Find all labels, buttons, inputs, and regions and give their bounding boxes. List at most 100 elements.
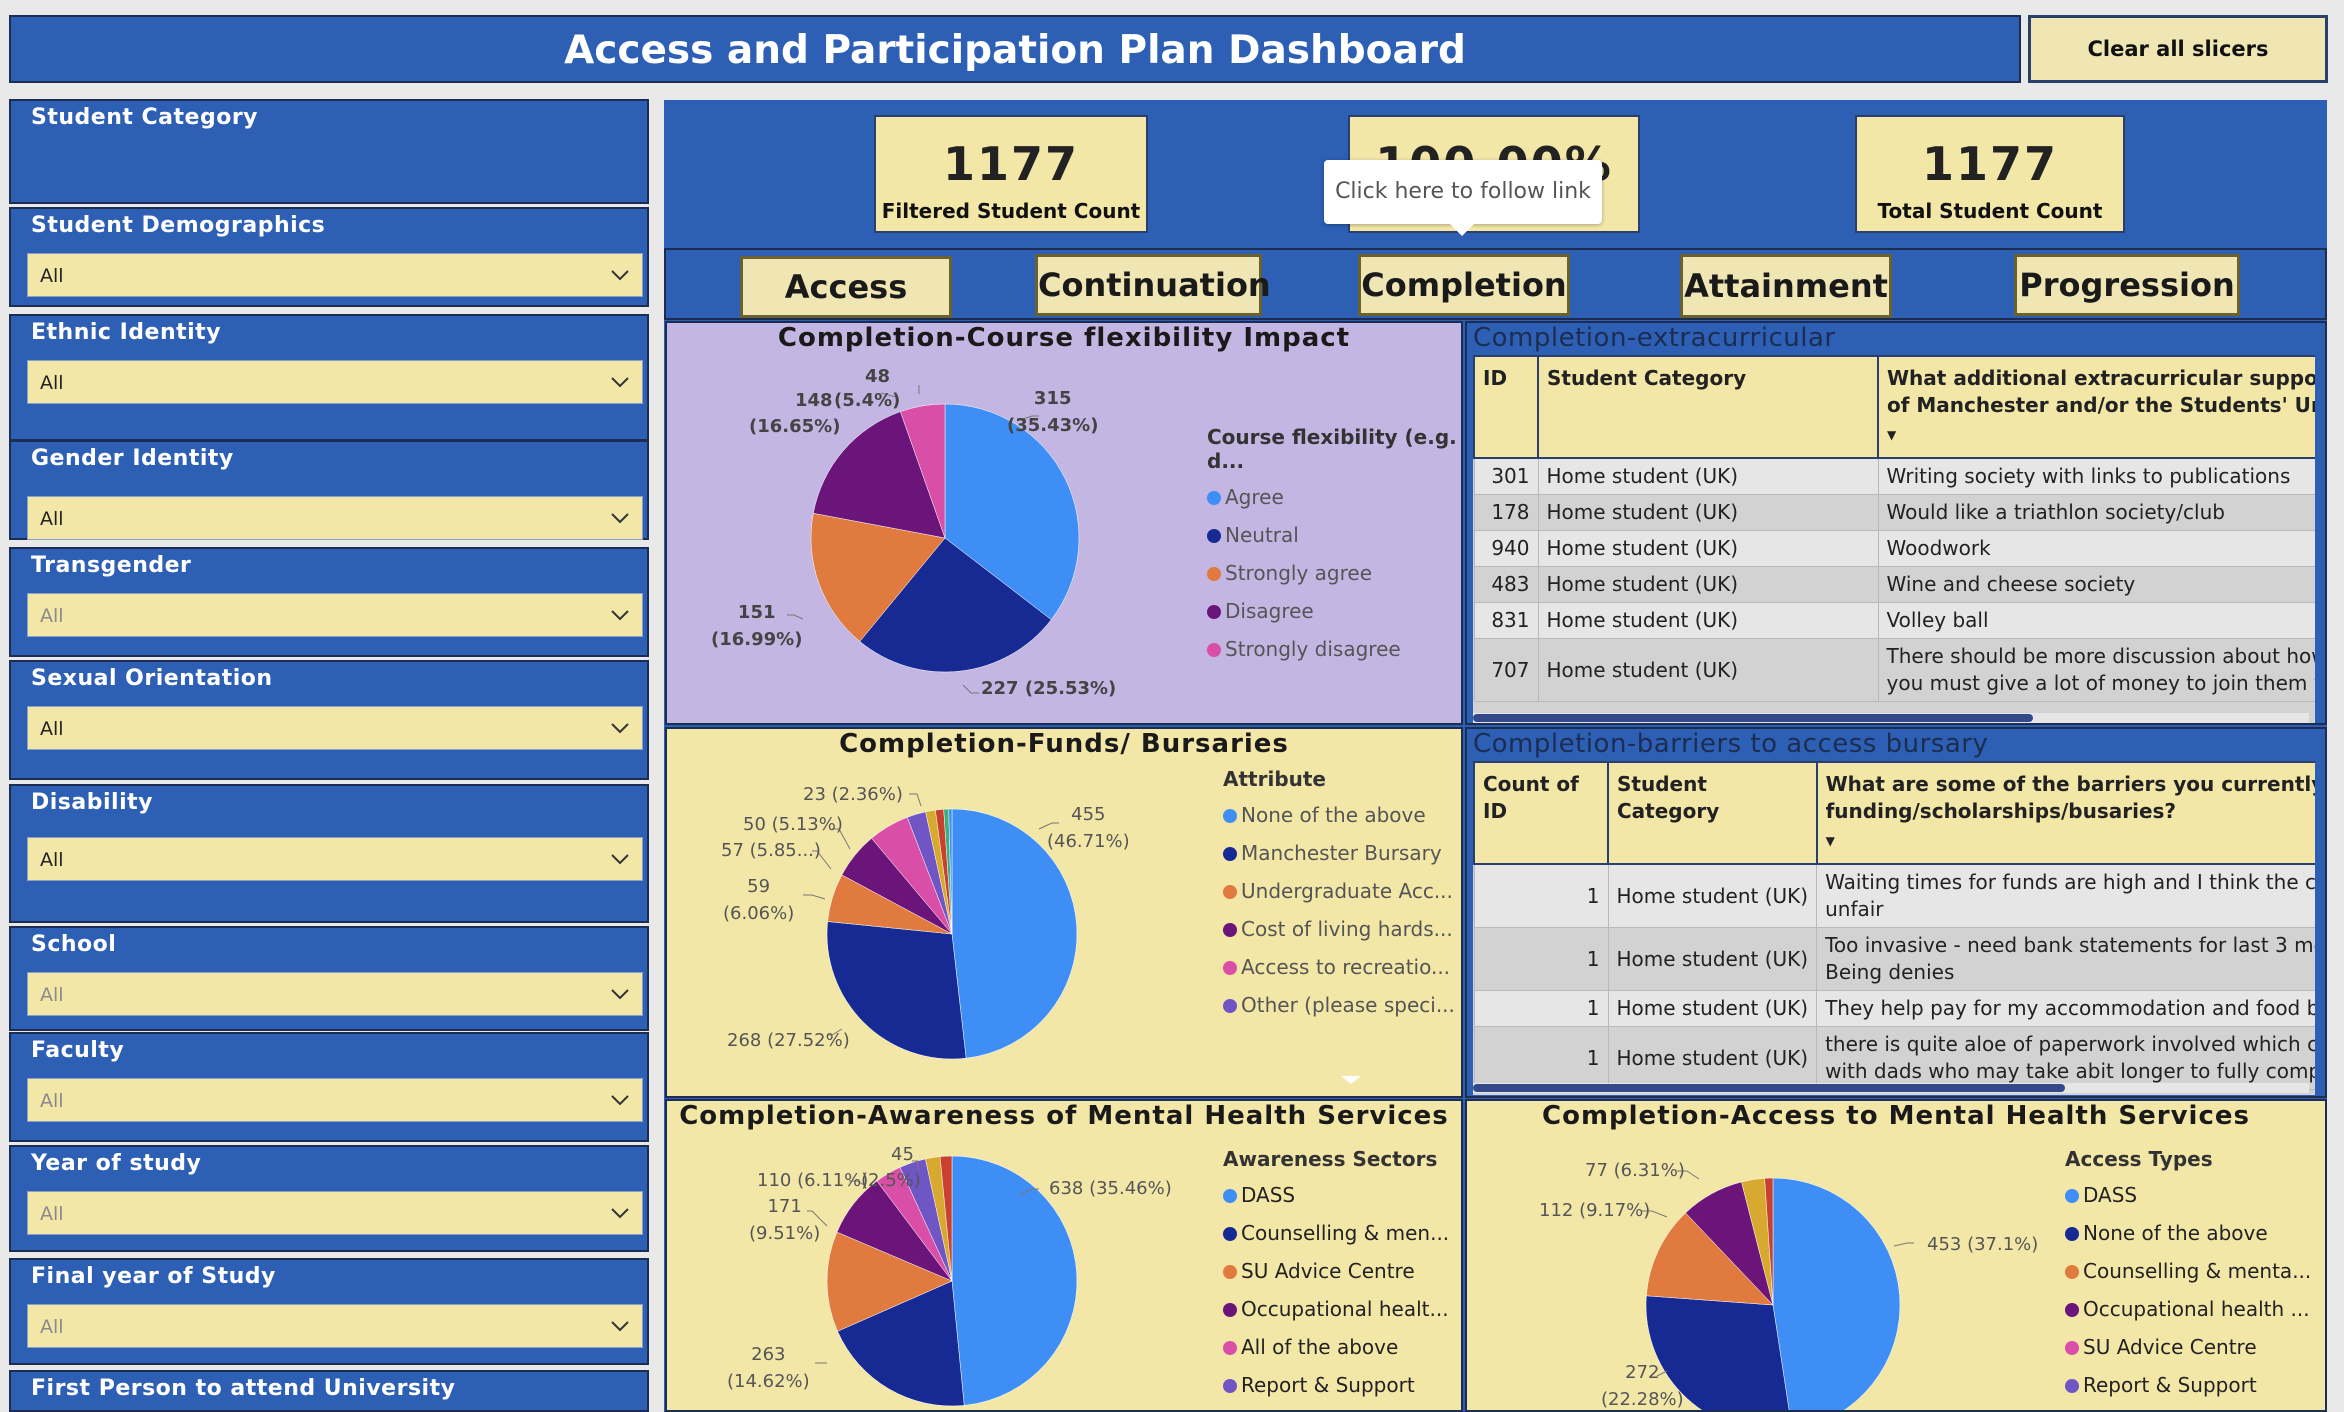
legend-item-strongly-disagree[interactable]: Strongly disagree xyxy=(1207,637,1461,661)
scrollbar-thumb[interactable] xyxy=(1473,714,2033,722)
kpi-value: 1177 xyxy=(942,137,1080,191)
legend-marker xyxy=(1207,567,1221,581)
legend-marker xyxy=(1223,1303,1237,1317)
chart-course-flexibility[interactable]: Completion-Course flexibility Impact 315… xyxy=(665,321,1463,725)
slicer-label: Final year of Study xyxy=(31,1264,276,1289)
table-row[interactable]: 940 Home student (UK) Woodwork xyxy=(1473,530,2315,567)
legend-item-none-of-the-above[interactable]: None of the above xyxy=(2065,1221,2311,1245)
legend-item-occupational[interactable]: Occupational healt... xyxy=(1223,1297,1449,1321)
slicer-dropdown[interactable]: All xyxy=(27,1304,643,1348)
table-row[interactable]: 301 Home student (UK) Writing society with… xyxy=(1473,457,2315,495)
pie-label-other: 23 (2.36%) xyxy=(803,784,903,805)
column-header-student-category[interactable]: Student Category xyxy=(1607,761,1818,865)
pie-label-strongly-agree: 151 (16.99%) xyxy=(711,602,803,650)
table-row[interactable]: 178 Home student (UK) Would like a triathl… xyxy=(1473,494,2315,531)
table-extracurricular[interactable]: Completion-extracurricular ID Student Ca… xyxy=(1465,321,2327,725)
legend-item-cost-of-living[interactable]: Cost of living hards... xyxy=(1223,917,1455,941)
link-tooltip: Click here to follow link xyxy=(1324,160,1602,236)
slicer-dropdown[interactable]: All xyxy=(27,706,643,750)
table-bursary-barriers[interactable]: Completion-barriers to access bursary Co… xyxy=(1465,727,2327,1098)
legend-item-access-recreation[interactable]: Access to recreatio... xyxy=(1223,955,1455,979)
legend-item-disagree[interactable]: Disagree xyxy=(1207,599,1461,623)
slicer-dropdown[interactable]: All xyxy=(27,253,643,297)
column-header-count-of-id[interactable]: Count of ID xyxy=(1473,761,1609,865)
slicer-dropdown[interactable]: All xyxy=(27,360,643,404)
legend-item-undergraduate-acc[interactable]: Undergraduate Acc... xyxy=(1223,879,1455,903)
tab-continuation[interactable]: Continuation xyxy=(1035,254,1271,316)
column-header-id[interactable]: ID xyxy=(1473,355,1539,459)
horizontal-scrollbar[interactable] xyxy=(1473,1083,2309,1093)
legend-item-occupational[interactable]: Occupational health ... xyxy=(2065,1297,2311,1321)
legend-item-neutral[interactable]: Neutral xyxy=(1207,523,1461,547)
legend-item-dass[interactable]: DASS xyxy=(1223,1183,1449,1207)
legend-item-other[interactable]: Other (please speci... xyxy=(1223,993,1455,1017)
table-row[interactable]: 1 Home student (UK) there is quite aloe of… xyxy=(1473,1026,2315,1090)
legend-item-counselling[interactable]: Counselling & menta... xyxy=(2065,1259,2311,1283)
legend-item-agree[interactable]: Agree xyxy=(1207,485,1461,509)
horizontal-scrollbar[interactable] xyxy=(1473,713,2309,723)
pie-label-strongly-disagree: 48 xyxy=(865,366,891,387)
slicer-dropdown[interactable]: All xyxy=(27,972,643,1016)
scrollbar-thumb[interactable] xyxy=(1473,1084,2065,1092)
chevron-down-icon xyxy=(611,989,629,1000)
legend-item-su-advice[interactable]: SU Advice Centre xyxy=(2065,1335,2311,1359)
pie-label-manchester-bursary: 268 (27.52%) xyxy=(727,1030,850,1051)
slicer-dropdown[interactable]: All xyxy=(27,837,643,881)
slicer-label: Gender Identity xyxy=(31,446,234,471)
column-header-barriers[interactable]: What are some of the barriers you curren… xyxy=(1815,761,2315,865)
chart-funds-bursaries[interactable]: Completion-Funds/ Bursaries 455 (46.71%) … xyxy=(665,727,1463,1098)
legend-item-manchester-bursary[interactable]: Manchester Bursary xyxy=(1223,841,1455,865)
pie-slice-dass[interactable] xyxy=(1772,1177,1901,1412)
tab-attainment[interactable]: Attainment xyxy=(1680,254,1892,318)
sort-desc-icon: ▼ xyxy=(1825,834,1835,848)
cell-response: Volley ball xyxy=(1877,602,2315,639)
table-row[interactable]: 707 Home student (UK) There should be more… xyxy=(1473,638,2315,702)
chevron-down-icon xyxy=(611,1095,629,1106)
clear-all-slicers-button[interactable]: Clear all slicers xyxy=(2028,15,2328,83)
legend-item-dass[interactable]: DASS xyxy=(2065,1183,2311,1207)
table-body-viewport[interactable]: Count of ID Student Category What are so… xyxy=(1473,761,2315,1095)
table-body-viewport[interactable]: ID Student Category What additional extr… xyxy=(1473,355,2315,723)
pie-label-dass: 638 (35.46%) xyxy=(1049,1178,1172,1199)
slicer-year-of-study: Year of study All xyxy=(9,1145,649,1252)
legend-item-none-of-the-above[interactable]: None of the above xyxy=(1223,803,1455,827)
dashboard-header: Access and Participation Plan Dashboard xyxy=(9,15,2021,83)
legend-title: Awareness Sectors xyxy=(1223,1147,1438,1171)
table-row[interactable]: 831 Home student (UK) Volley ball xyxy=(1473,602,2315,639)
chart-legend: Course flexibility (e.g. d... Agree Neut… xyxy=(1207,425,1461,675)
table-row[interactable]: 1 Home student (UK) Waiting times for fund… xyxy=(1473,863,2315,928)
legend-item-report-support[interactable]: Report & Support xyxy=(1223,1373,1449,1397)
legend-item-su-advice[interactable]: SU Advice Centre xyxy=(1223,1259,1449,1283)
legend-item-counselling[interactable]: Counselling & men... xyxy=(1223,1221,1449,1245)
slicer-dropdown[interactable]: All xyxy=(27,496,643,540)
slicer-selected-value: All xyxy=(40,984,64,1006)
chevron-down-icon xyxy=(611,377,629,388)
legend-marker xyxy=(1207,643,1221,657)
legend-item-all-of-the-above[interactable]: All of the above xyxy=(1223,1335,1449,1359)
legend-marker xyxy=(2065,1189,2079,1203)
slicer-dropdown[interactable]: All xyxy=(27,1191,643,1235)
chart-access-mental-health[interactable]: Completion-Access to Mental Health Servi… xyxy=(1465,1099,2327,1412)
pie-label-all-of-the-above: 45 xyxy=(891,1144,914,1165)
legend-item-strongly-agree[interactable]: Strongly agree xyxy=(1207,561,1461,585)
chart-awareness-mental-health[interactable]: Completion-Awareness of Mental Health Se… xyxy=(665,1099,1463,1412)
column-header-extracurricular-support[interactable]: What additional extracurricular support … xyxy=(1877,355,2315,459)
legend-title: Attribute xyxy=(1223,767,1326,791)
tab-access[interactable]: Access xyxy=(740,256,952,318)
table-row[interactable]: 1 Home student (UK) Too invasive - need ba… xyxy=(1473,927,2315,991)
slicer-label: Student Demographics xyxy=(31,213,326,238)
slicer-selected-value: All xyxy=(40,372,64,394)
slicer-first-person-to-attend-university: First Person to attend University xyxy=(9,1370,649,1412)
legend-item-report-support[interactable]: Report & Support xyxy=(2065,1373,2311,1397)
tab-progression[interactable]: Progression xyxy=(2014,254,2240,316)
slicer-disability: Disability All xyxy=(9,784,649,923)
slicer-dropdown[interactable]: All xyxy=(27,1078,643,1122)
cell-response: Too invasive - need bank statements for … xyxy=(1816,927,2315,991)
tab-completion[interactable]: Completion xyxy=(1358,254,1570,316)
table-row[interactable]: 483 Home student (UK) Wine and cheese soci… xyxy=(1473,566,2315,603)
column-header-student-category[interactable]: Student Category xyxy=(1537,355,1879,459)
chevron-down-icon xyxy=(611,1321,629,1332)
slicer-dropdown[interactable]: All xyxy=(27,593,643,637)
table-row[interactable]: 1 Home student (UK) They help pay for my a… xyxy=(1473,990,2315,1027)
slicer-student-demographics: Student Demographics All xyxy=(9,207,649,307)
